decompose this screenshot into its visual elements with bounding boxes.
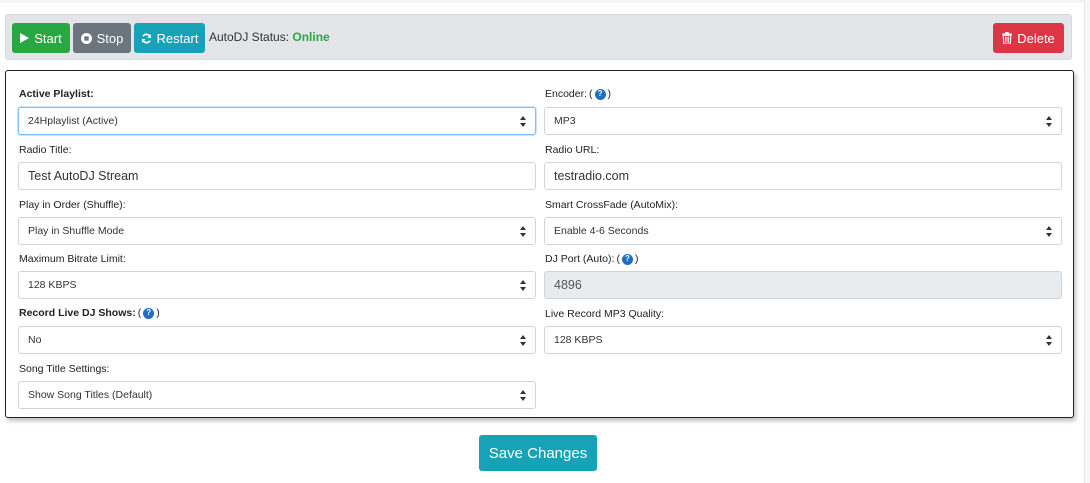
stop-button-label: Stop [96, 30, 124, 46]
autodj-status: AutoDJ Status: Online [209, 30, 330, 44]
active-playlist-label: Active Playlist: [19, 88, 94, 100]
dj-port-input: 4896 [544, 271, 1062, 299]
autodj-toolbar: Start Stop Restart AutoDJ Status: Online [5, 14, 1072, 60]
start-button[interactable]: Start [12, 23, 70, 53]
play-order-label: Play in Order (Shuffle): [19, 199, 126, 211]
crossfade-label: Smart CrossFade (AutoMix): [545, 199, 679, 211]
save-changes-button[interactable]: Save Changes [479, 435, 597, 471]
song-title-label: Song Title Settings: [19, 363, 110, 375]
autodj-settings-page: Start Stop Restart AutoDJ Status: Online [0, 0, 1090, 483]
crossfade-select[interactable]: Enable 4-6 Seconds [544, 217, 1062, 245]
trash-icon [1002, 32, 1013, 44]
select-caret-icon [1046, 226, 1053, 237]
select-caret-icon [520, 226, 527, 237]
radio-title-label: Radio Title: [19, 144, 72, 156]
record-live-select[interactable]: No [18, 326, 536, 354]
top-divider [0, 0, 1090, 3]
max-bitrate-select[interactable]: 128 KBPS [18, 271, 536, 299]
status-label: AutoDJ Status: [209, 30, 290, 44]
max-bitrate-label: Maximum Bitrate Limit: [19, 253, 126, 265]
scrollbar-track[interactable] [1084, 0, 1090, 483]
help-icon[interactable]: ? [594, 88, 606, 100]
refresh-icon [141, 33, 152, 44]
dj-port-label: DJ Port (Auto): (?) [545, 253, 639, 265]
select-caret-icon [1046, 116, 1053, 127]
stop-button[interactable]: Stop [73, 23, 131, 53]
select-caret-icon [520, 116, 527, 127]
record-quality-select[interactable]: 128 KBPS [544, 326, 1062, 354]
select-caret-icon [520, 335, 527, 346]
help-icon[interactable]: ? [621, 253, 633, 265]
encoder-select[interactable]: MP3 [544, 107, 1062, 135]
settings-card: Active Playlist: 24Hplaylist (Active) En… [5, 70, 1074, 418]
delete-button[interactable]: Delete [993, 23, 1064, 53]
active-playlist-select[interactable]: 24Hplaylist (Active) [18, 107, 536, 135]
status-badge: Online [292, 30, 330, 44]
radio-url-label: Radio URL: [545, 144, 600, 156]
encoder-label: Encoder: (?) [545, 88, 612, 100]
stop-circle-icon [80, 32, 92, 44]
play-icon [20, 33, 30, 43]
play-order-select[interactable]: Play in Shuffle Mode [18, 217, 536, 245]
radio-url-input[interactable]: testradio.com [544, 162, 1062, 190]
select-caret-icon [520, 280, 527, 291]
delete-button-label: Delete [1017, 30, 1055, 46]
restart-button-label: Restart [156, 30, 199, 46]
start-button-label: Start [34, 30, 62, 46]
song-title-select[interactable]: Show Song Titles (Default) [18, 381, 536, 409]
record-live-label: Record Live DJ Shows: (?) [19, 307, 160, 319]
radio-title-input[interactable]: Test AutoDJ Stream [18, 162, 536, 190]
help-icon[interactable]: ? [143, 307, 155, 319]
restart-button[interactable]: Restart [134, 23, 205, 53]
record-quality-label: Live Record MP3 Quality: [545, 308, 665, 320]
select-caret-icon [1046, 335, 1053, 346]
select-caret-icon [520, 390, 527, 401]
